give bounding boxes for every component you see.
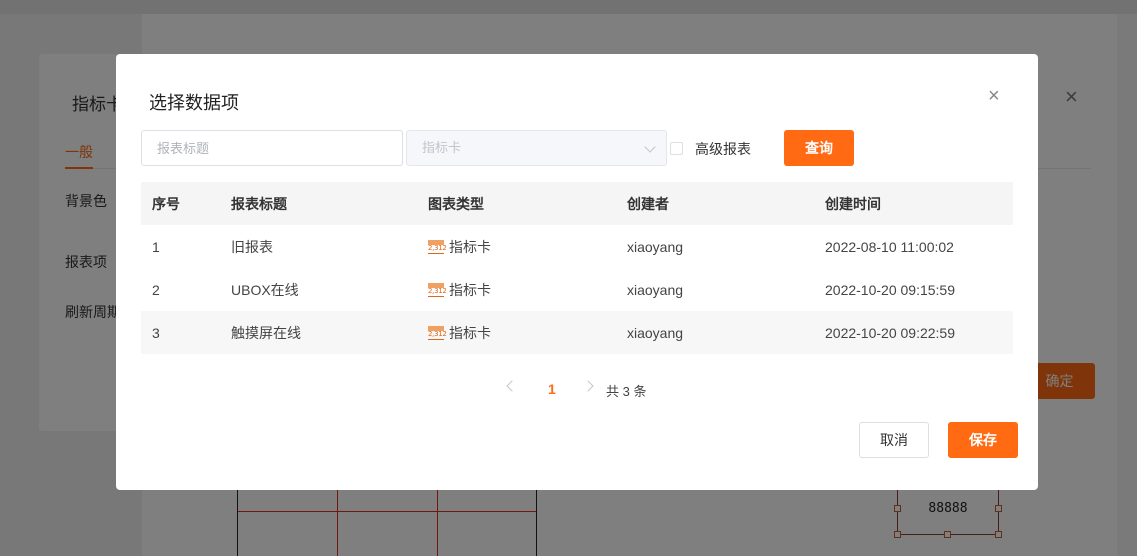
chart-type-select[interactable]: 指标卡 (406, 130, 667, 166)
created-time-cell: 2022-08-10 11:00:02 (825, 238, 954, 255)
column-header: 创建者 (627, 195, 669, 212)
row-number: 2 (152, 281, 160, 298)
report-title-cell: 旧报表 (231, 238, 273, 255)
row-number: 1 (152, 238, 160, 255)
pagination-current-page[interactable]: 1 (548, 381, 556, 397)
table-header: 序号 报表标题 图表类型 创建者 创建时间 (141, 182, 1013, 225)
pagination-total: 共 3 条 (606, 384, 647, 399)
chart-type-select-value: 指标卡 (422, 140, 462, 155)
column-header: 创建时间 (825, 195, 881, 212)
report-title-search-input[interactable] (141, 130, 403, 166)
kpi-card-icon: 2,312 (428, 239, 447, 254)
column-header: 序号 (152, 195, 180, 212)
modal-title: 选择数据项 (149, 93, 239, 113)
column-header: 图表类型 (428, 195, 484, 212)
select-data-item-modal: 选择数据项 × 指标卡 高级报表 查询 序号 报表标题 图表类型 创建者 创建时… (116, 54, 1038, 490)
report-table: 序号 报表标题 图表类型 创建者 创建时间 1 旧报表 2,312 指标卡 xi… (141, 182, 1013, 354)
save-button[interactable]: 保存 (948, 422, 1018, 458)
created-time-cell: 2022-10-20 09:22:59 (825, 324, 955, 341)
chevron-left-icon[interactable] (506, 380, 518, 392)
created-time-cell: 2022-10-20 09:15:59 (825, 281, 955, 298)
row-number: 3 (152, 324, 160, 341)
report-title-cell: UBOX在线 (231, 281, 299, 298)
cancel-button[interactable]: 取消 (859, 422, 929, 458)
advanced-report-checkbox[interactable] (670, 142, 683, 155)
table-row[interactable]: 1 旧报表 2,312 指标卡 xiaoyang 2022-08-10 11:0… (141, 225, 1013, 268)
creator-cell: xiaoyang (627, 281, 684, 298)
chart-type-label: 指标卡 (449, 281, 491, 298)
report-title-cell: 触摸屏在线 (231, 324, 301, 341)
table-row[interactable]: 3 触摸屏在线 2,312 指标卡 xiaoyang 2022-10-20 09… (141, 311, 1013, 354)
chevron-right-icon[interactable] (582, 380, 594, 392)
chart-type-cell: 2,312 指标卡 (428, 311, 491, 354)
chevron-down-icon (644, 141, 656, 153)
close-icon[interactable]: × (988, 86, 1000, 106)
chart-type-cell: 2,312 指标卡 (428, 268, 491, 311)
chart-type-label: 指标卡 (449, 238, 491, 255)
advanced-report-label[interactable]: 高级报表 (695, 139, 751, 159)
table-row[interactable]: 2 UBOX在线 2,312 指标卡 xiaoyang 2022-10-20 0… (141, 268, 1013, 311)
kpi-card-icon: 2,312 (428, 325, 447, 340)
creator-cell: xiaoyang (627, 324, 684, 341)
query-button[interactable]: 查询 (784, 130, 854, 166)
chart-type-cell: 2,312 指标卡 (428, 225, 491, 268)
kpi-card-icon: 2,312 (428, 282, 447, 297)
chart-type-label: 指标卡 (449, 324, 491, 341)
column-header: 报表标题 (231, 195, 287, 212)
creator-cell: xiaoyang (627, 238, 684, 255)
